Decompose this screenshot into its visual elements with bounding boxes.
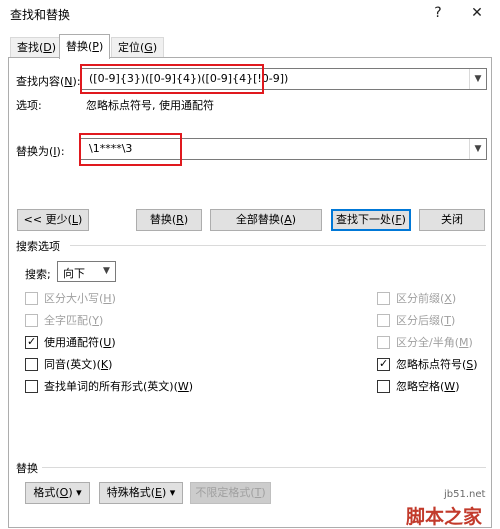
options-value: 忽略标点符号, 使用通配符 [86, 99, 214, 112]
checkbox-label: 区分大小写(H) [44, 292, 116, 305]
help-button[interactable]: ? [423, 2, 453, 24]
checkbox-box[interactable] [377, 292, 390, 305]
watermark-url: jb51.net [444, 489, 486, 500]
checkbox-label: 忽略空格(W) [396, 380, 460, 393]
checkbox-box[interactable] [25, 358, 38, 371]
close-window-button[interactable]: ✕ [462, 2, 492, 24]
search-options-divider [70, 245, 486, 246]
find-what-value: ([0-9]{3})([0-9]{4})([0-9]{4}[!0-9]) [89, 72, 289, 85]
find-next-button[interactable]: 查找下一处(F) [331, 209, 411, 231]
checkbox-label: 查找单词的所有形式(英文)(W) [44, 380, 194, 393]
replace-section-divider [42, 467, 486, 468]
checkbox-label: 使用通配符(U) [44, 336, 116, 349]
chevron-down-icon[interactable]: ▼ [469, 69, 486, 89]
find-label: 查找内容(N): [16, 75, 81, 88]
checkbox-box[interactable]: ✓ [377, 357, 390, 371]
checkbox-box[interactable] [377, 380, 390, 393]
less-button[interactable]: << 更少(L) [17, 209, 89, 231]
replace-label: 替换为(I): [16, 145, 65, 158]
tab-replace[interactable]: 替换(P) [59, 34, 111, 59]
tab-find[interactable]: 查找(D) [10, 37, 64, 58]
checkbox-label: 全字匹配(Y) [44, 314, 104, 327]
checkbox-label: 忽略标点符号(S) [396, 358, 478, 371]
check-icon: ✓ [379, 357, 389, 370]
replace-section-title: 替换 [16, 462, 38, 475]
window-title: 查找和替换 [10, 8, 71, 22]
checkbox-box[interactable] [377, 314, 390, 327]
checkbox-box[interactable] [25, 292, 38, 305]
replace-with-value: \1****\3 [89, 142, 133, 155]
checkbox-label: 区分全/半角(M) [396, 336, 473, 349]
find-what-combobox[interactable]: ([0-9]{3})([0-9]{4})([0-9]{4}[!0-9]) ▼ [80, 68, 487, 90]
checkbox-label: 区分后缀(T) [396, 314, 456, 327]
tab-goto[interactable]: 定位(G) [111, 37, 165, 58]
checkbox-label: 区分前缀(X) [396, 292, 457, 305]
chevron-down-icon[interactable]: ▼ [469, 139, 486, 159]
search-options-title: 搜索选项 [16, 240, 60, 253]
checkbox-box[interactable]: ✓ [25, 335, 38, 349]
check-icon: ✓ [27, 335, 37, 348]
checkbox-box[interactable] [377, 336, 390, 349]
chevron-down-icon[interactable]: ▼ [98, 262, 115, 281]
search-direction-select[interactable]: 向下 ▼ [57, 261, 116, 282]
replace-button[interactable]: 替换(R) [136, 209, 202, 231]
options-label: 选项: [16, 99, 42, 112]
replace-all-button[interactable]: 全部替换(A) [210, 209, 322, 231]
no-formatting-button[interactable]: 不限定格式(T) [190, 482, 271, 504]
close-button[interactable]: 关闭 [419, 209, 485, 231]
checkbox-box[interactable] [25, 380, 38, 393]
title-bar: 查找和替换 ? ✕ [0, 0, 500, 27]
watermark-logo: 脚本之家 [406, 506, 483, 528]
replace-with-combobox[interactable]: \1****\3 ▼ [80, 138, 487, 160]
special-button[interactable]: 特殊格式(E) ▾ [99, 482, 183, 504]
checkbox-box[interactable] [25, 314, 38, 327]
checkbox-label: 同音(英文)(K) [44, 358, 113, 371]
search-direction-value: 向下 [63, 267, 85, 280]
search-direction-label: 搜索; [25, 268, 51, 281]
format-button[interactable]: 格式(O) ▾ [25, 482, 90, 504]
